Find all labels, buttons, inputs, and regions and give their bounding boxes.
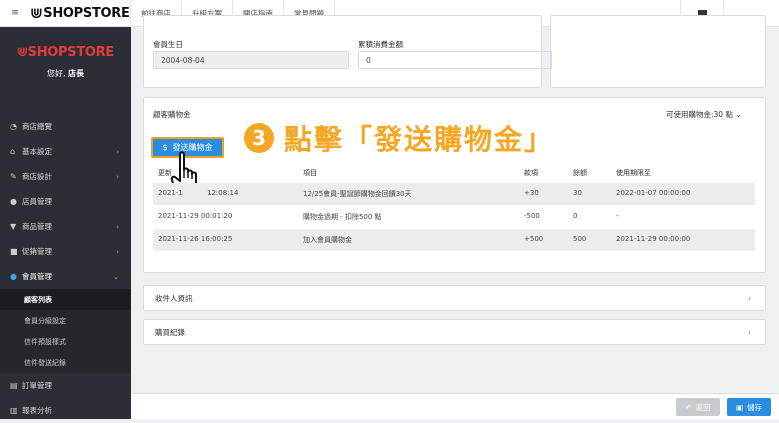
total-spent-field[interactable]: 0 [358,51,552,69]
col-header-updated: 更新 [158,169,172,177]
profile-card-right [550,15,766,88]
floppy-icon: ▣ [735,402,744,412]
bank-icon: ⌂ [10,147,16,156]
dashboard-icon: ◔ [10,122,17,131]
top-logo[interactable]: ⋓ SHOPSTORE [30,4,130,22]
undo-icon: ↶ [685,402,692,412]
orders-icon: ▤ [10,381,18,390]
cell-balance: 0 [573,212,578,220]
cell-updated-time: 12:08:14 [207,189,239,197]
cell-expiry: 2022-01-07 00:00:00 [616,189,691,197]
dollar-icon: $ [162,143,168,152]
table-row: 2021-1 12:08:14 12/25會員-聖誕節購物金回饋30天 +30 … [153,183,755,205]
step-number-badge: 3 [244,123,274,153]
birthday-field: 2004-08-04 [153,51,349,69]
sidebar-menu: ◔ 商店總覽 ⌂ 基本設定 › ✎ 商店設計 › ● 店員管理 ▼ 商品管理 › ■ 促銷管理 › … [0,114,131,423]
cell-item: 購物金過期 - 扣除500 點 [303,213,382,221]
recipient-info-section[interactable]: 收件人資訊 › [143,285,766,311]
step-annotation: 3 點擊「發送購物金」 [244,118,554,158]
cell-item: 12/25會員-聖誕節購物金回饋30天 [303,190,412,198]
chevron-right-icon: › [748,293,751,303]
sidebar-item-staff[interactable]: ● 店員管理 [0,189,131,214]
sidebar-subitem-member-tiers[interactable]: 會員分級設定 [0,310,131,331]
chevron-down-icon: ⌄ [113,272,119,281]
brush-icon: ✎ [10,172,17,181]
sidebar-item-members[interactable]: ● 會員管理 ⌄ [0,264,131,289]
cart-icon: ▼ [10,222,17,231]
back-button[interactable]: ↶ 返回 [676,398,720,416]
table-row: 2021-11-29 00:01:20 購物金過期 - 扣除500 點 -500… [153,206,755,228]
sidebar: ⋓SHOPSTORE 您好, 店長 ◔ 商店總覽 ⌂ 基本設定 › ✎ 商店設計 › ● 店… [0,27,131,419]
cell-balance: 500 [573,235,587,243]
gift-icon: ■ [10,247,18,256]
available-credit[interactable]: 可使用購物金:30 點 ⌄ [666,109,742,120]
sidebar-item-basic-settings[interactable]: ⌂ 基本設定 › [0,139,131,164]
store-credit-title: 顧客購物金 [153,110,191,119]
col-header-balance: 餘額 [573,169,587,177]
cell-expiry: - [616,212,619,220]
logo-mark-icon: ⋓ [30,4,43,22]
users-icon: ● [10,272,17,281]
cell-expiry: 2021-11-29 00:00:00 [616,235,691,243]
purchase-history-section[interactable]: 購買紀錄 › [143,319,766,345]
total-spent-label: 累積消費金額 [358,40,403,49]
birthday-label: 會員生日 [153,40,183,49]
sidebar-subitem-customer-list[interactable]: 顧客列表 [0,289,131,310]
report-icon: ▥ [10,406,18,415]
sidebar-item-promotions[interactable]: ■ 促銷管理 › [0,239,131,264]
step-annotation-text: 點擊「發送購物金」 [284,123,555,156]
table-row: 2021-11-26 16:00:25 加入會員購物金 +500 500 202… [153,229,755,251]
cell-updated: 2021-11-26 16:00:25 [158,235,233,243]
col-header-amount: 款項 [524,169,538,177]
cell-updated: 2021-11-29 00:01:20 [158,212,233,220]
chevron-right-icon: › [748,327,751,337]
cell-balance: 30 [573,189,582,197]
sidebar-subitem-email-log[interactable]: 信件發送紀錄 [0,352,131,373]
cell-updated: 2021-1 [158,189,183,197]
sidebar-item-overview[interactable]: ◔ 商店總覽 [0,114,131,139]
chevron-right-icon: › [116,147,119,156]
sidebar-subitem-email-templates[interactable]: 信件預設樣式 [0,331,131,352]
sidebar-item-reports[interactable]: ▥ 報表分析 [0,398,131,423]
chevron-right-icon: › [116,247,119,256]
cell-amount: +500 [524,235,544,243]
cell-amount: +30 [524,189,539,197]
sidebar-logo: ⋓SHOPSTORE [17,45,114,60]
greeting: 您好, 店長 [46,69,85,78]
cell-amount: -500 [524,212,540,220]
sidebar-item-store-design[interactable]: ✎ 商店設計 › [0,164,131,189]
menu-toggle-icon[interactable]: ≡ [0,8,30,18]
sidebar-item-products[interactable]: ▼ 商品管理 › [0,214,131,239]
chevron-down-icon: ⌄ [735,110,742,119]
col-header-expiry: 使用期限至 [616,169,651,177]
chevron-right-icon: › [116,222,119,231]
chevron-right-icon: › [116,172,119,181]
user-icon: ● [10,197,17,206]
col-header-item: 項目 [303,169,317,177]
sidebar-item-orders[interactable]: ▤ 訂單管理 [0,373,131,398]
cell-item: 加入會員購物金 [303,236,352,244]
save-button[interactable]: ▣ 儲存 [727,398,771,416]
